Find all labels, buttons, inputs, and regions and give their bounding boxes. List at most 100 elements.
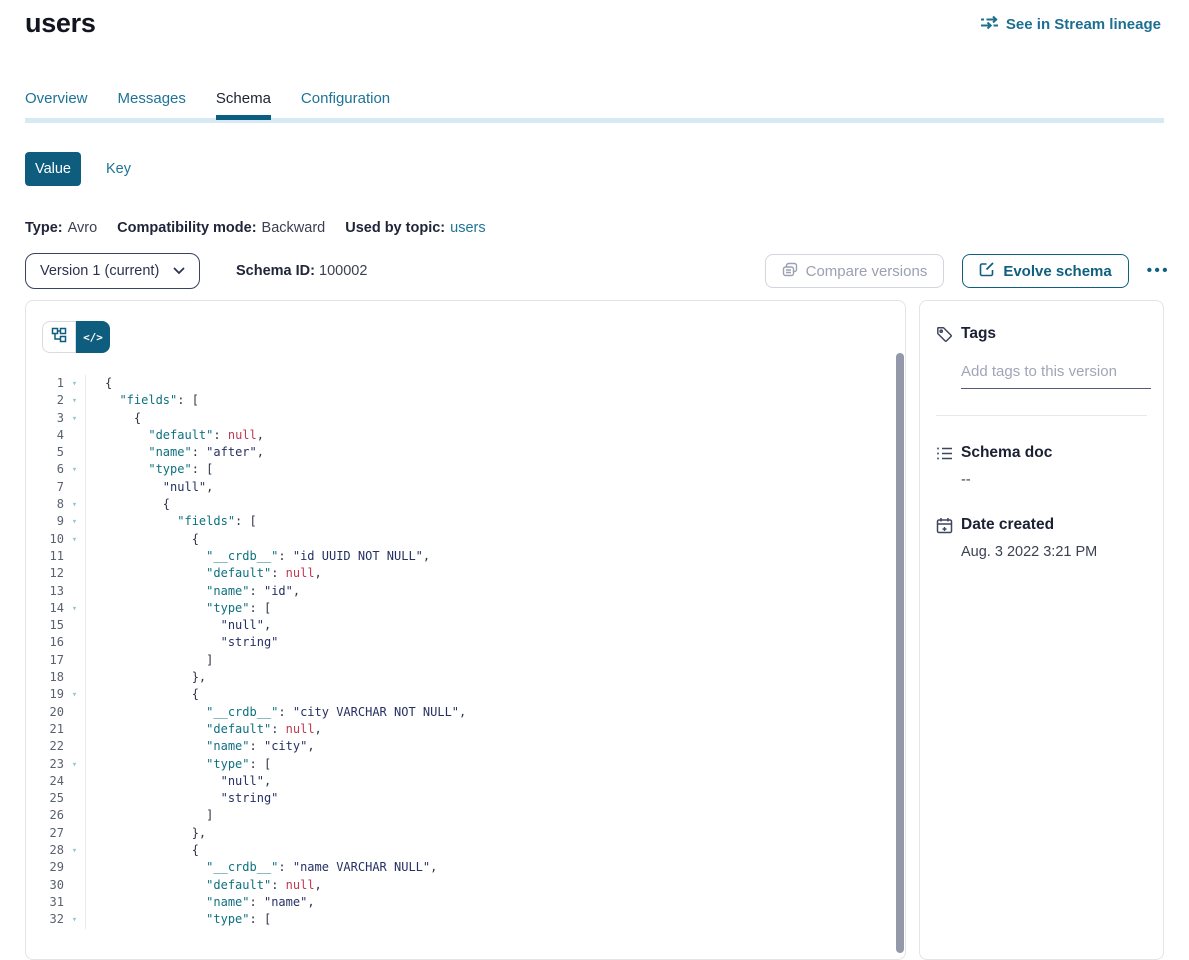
version-select[interactable]: Version 1 (current)	[25, 253, 200, 289]
code-line: 1▾{	[26, 375, 905, 392]
editor-scrollbar-thumb[interactable]	[896, 353, 904, 953]
tree-view-button[interactable]	[42, 321, 76, 353]
chevron-down-icon	[173, 263, 185, 279]
code-text: {	[86, 410, 141, 427]
fold-toggle-icon[interactable]: ▾	[72, 604, 77, 614]
code-text: "null",	[86, 773, 271, 790]
code-text: "string"	[86, 634, 278, 651]
editor-view-toggle: </>	[42, 321, 110, 353]
fold-toggle-icon[interactable]: ▾	[72, 760, 77, 770]
line-number: 7	[26, 479, 64, 496]
tab-overview[interactable]: Overview	[25, 90, 88, 120]
more-options-button[interactable]: •••	[1147, 266, 1170, 276]
fold-toggle-icon[interactable]: ▾	[72, 379, 77, 389]
fold-toggle-icon[interactable]: ▾	[72, 500, 77, 510]
code-text: "null",	[86, 617, 271, 634]
schema-doc-title: Schema doc	[961, 444, 1052, 462]
versions-icon	[782, 262, 798, 281]
line-number: 20	[26, 704, 64, 721]
code-line: 31 "name": "name",	[26, 894, 905, 911]
compare-versions-button[interactable]: Compare versions	[765, 254, 945, 288]
compatibility-field: Compatibility mode:Backward	[117, 220, 325, 236]
fold-gutter: ▾	[64, 600, 86, 617]
fold-toggle-icon[interactable]: ▾	[72, 915, 77, 925]
topic-link[interactable]: users	[450, 220, 485, 236]
fold-gutter: ▾	[64, 756, 86, 773]
schema-editor-panel: </> 1▾{2▾ "fields": [3▾ {4 "default": nu…	[25, 300, 906, 960]
tree-view-icon	[51, 327, 67, 348]
code-line: 21 "default": null,	[26, 721, 905, 738]
code-line: 24 "null",	[26, 773, 905, 790]
code-text: "name": "after",	[86, 444, 264, 461]
code-text: "default": null,	[86, 427, 264, 444]
fold-toggle-icon[interactable]: ▾	[72, 396, 77, 406]
fold-gutter: ▾	[64, 461, 86, 478]
fold-gutter	[64, 859, 86, 876]
code-lines: 1▾{2▾ "fields": [3▾ {4 "default": null,5…	[26, 375, 905, 929]
fold-toggle-icon[interactable]: ▾	[72, 465, 77, 475]
code-line: 23▾ "type": [	[26, 756, 905, 773]
code-line: 17 ]	[26, 652, 905, 669]
fold-gutter	[64, 773, 86, 790]
code-line: 6▾ "type": [	[26, 461, 905, 478]
line-number: 26	[26, 807, 64, 824]
fold-gutter: ▾	[64, 686, 86, 703]
code-view-button[interactable]: </>	[76, 321, 110, 353]
evolve-schema-button[interactable]: Evolve schema	[962, 254, 1128, 288]
fold-gutter	[64, 738, 86, 755]
line-number: 16	[26, 634, 64, 651]
tab-configuration[interactable]: Configuration	[301, 90, 390, 120]
fold-gutter: ▾	[64, 513, 86, 530]
fold-toggle-icon[interactable]: ▾	[72, 535, 77, 545]
line-number: 13	[26, 583, 64, 600]
code-line: 25 "string"	[26, 790, 905, 807]
fold-gutter	[64, 565, 86, 582]
line-number: 9	[26, 513, 64, 530]
fold-gutter	[64, 807, 86, 824]
date-created-value: Aug. 3 2022 3:21 PM	[961, 544, 1147, 560]
calendar-icon	[936, 517, 953, 534]
tags-input[interactable]	[961, 363, 1151, 389]
line-number: 31	[26, 894, 64, 911]
fold-toggle-icon[interactable]: ▾	[72, 414, 77, 424]
schema-doc-icon	[936, 446, 953, 461]
line-number: 5	[26, 444, 64, 461]
sidebar-divider	[936, 415, 1147, 416]
fold-gutter	[64, 617, 86, 634]
line-number: 4	[26, 427, 64, 444]
code-line: 14▾ "type": [	[26, 600, 905, 617]
code-line: 28▾ {	[26, 842, 905, 859]
code-line: 3 ▾ {	[26, 410, 905, 427]
fold-gutter: ▾	[64, 531, 86, 548]
code-line: 20 "__crdb__": "city VARCHAR NOT NULL",	[26, 704, 905, 721]
line-number: 29	[26, 859, 64, 876]
code-text: {	[86, 375, 112, 392]
code-text: "default": null,	[86, 565, 322, 582]
tab-schema[interactable]: Schema	[216, 90, 271, 120]
schema-id-field: Schema ID: 100002	[236, 263, 367, 279]
fold-gutter	[64, 652, 86, 669]
line-number: 18	[26, 669, 64, 686]
key-toggle-link[interactable]: Key	[106, 161, 131, 177]
code-line: 27 },	[26, 825, 905, 842]
code-line: 11 "__crdb__": "id UUID NOT NULL",	[26, 548, 905, 565]
fold-toggle-icon[interactable]: ▾	[72, 517, 77, 527]
fold-gutter: ▾	[64, 911, 86, 928]
fold-gutter	[64, 894, 86, 911]
line-number: 3	[26, 410, 64, 427]
fold-toggle-icon[interactable]: ▾	[72, 690, 77, 700]
line-number: 22	[26, 738, 64, 755]
fold-toggle-icon[interactable]: ▾	[72, 846, 77, 856]
code-line: 32▾ "type": [	[26, 911, 905, 928]
line-number: 11	[26, 548, 64, 565]
code-text: "type": [	[86, 756, 271, 773]
code-text: "default": null,	[86, 721, 322, 738]
tab-messages[interactable]: Messages	[118, 90, 186, 120]
tags-title: Tags	[961, 325, 996, 343]
code-text: "__crdb__": "city VARCHAR NOT NULL",	[86, 704, 466, 721]
value-toggle-button[interactable]: Value	[25, 152, 81, 186]
fold-gutter	[64, 877, 86, 894]
stream-lineage-link[interactable]: See in Stream lineage	[980, 15, 1161, 34]
fold-gutter: ▾	[64, 842, 86, 859]
line-number: 15	[26, 617, 64, 634]
